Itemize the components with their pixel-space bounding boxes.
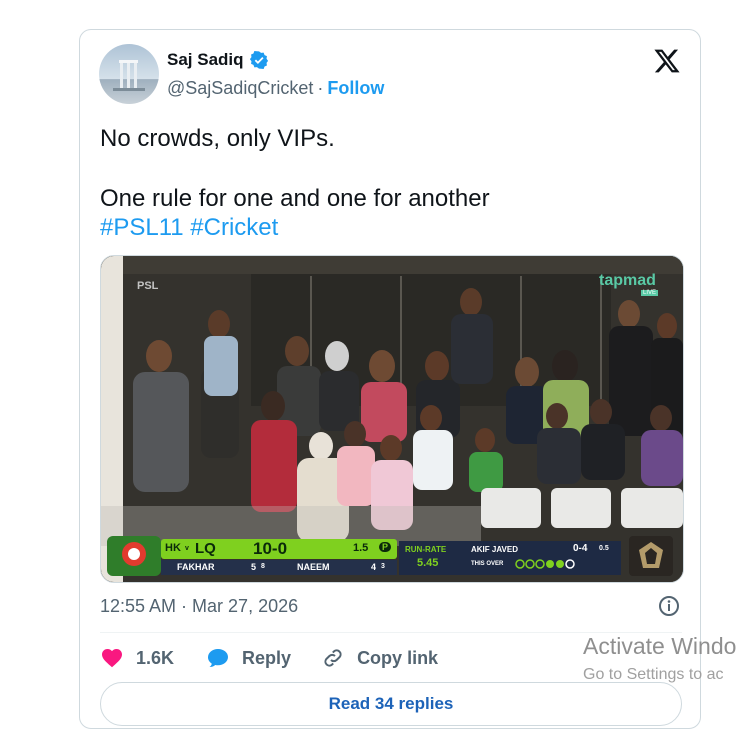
bowler-figures: 0-4: [573, 543, 588, 554]
run-rate-label: RUN-RATE: [405, 545, 447, 554]
bowler-overs: 0.5: [599, 545, 609, 552]
scorebar-bowling: RUN-RATE 5.45 AKIF JAVED 0-4 0.5 THIS OV…: [399, 541, 621, 575]
score: 10-0: [253, 539, 288, 558]
team-hk: HK: [165, 542, 181, 554]
overs: 1.5: [353, 542, 369, 554]
hashtag-psl11[interactable]: #PSL11: [100, 214, 184, 241]
broadcaster-logo: tapmad: [599, 272, 656, 289]
live-badge: LIVE: [641, 290, 659, 296]
copy-link-label: Copy link: [357, 647, 439, 668]
batter-1-name: FAKHAR: [177, 562, 215, 572]
like-button[interactable]: 1.6K: [100, 646, 174, 670]
heart-icon: [102, 649, 122, 668]
tweet-card: Saj Sadiq @SajSadiqCricket · Follow No c…: [79, 29, 701, 729]
batter-1-balls: 8: [261, 563, 265, 570]
tweet-timestamp[interactable]: 12:55 AM · Mar 27, 2026: [100, 596, 298, 617]
league-logo: PSL: [137, 280, 159, 292]
hashtag-cricket[interactable]: #Cricket: [190, 214, 278, 241]
avatar[interactable]: [99, 44, 159, 104]
scorebar-main: HK v LQ 10-0 1.5 P: [161, 539, 397, 559]
copy-link-button[interactable]: Copy link: [321, 646, 438, 670]
bowler-name: AKIF JAVED: [471, 545, 518, 554]
batting-team: LQ: [195, 540, 216, 557]
tweet-media-image[interactable]: tapmad LIVE PSL HK v LQ 10-0 1.5 P FAKHA…: [100, 255, 684, 583]
link-icon: [324, 649, 342, 667]
x-logo-icon[interactable]: [653, 47, 681, 75]
tweet-hashtags: #PSL11 #Cricket: [100, 214, 278, 242]
this-over-balls: [515, 559, 575, 569]
activate-windows-title: Activate Windo: [583, 633, 737, 659]
author-handle[interactable]: @SajSadiqCricket: [167, 78, 313, 99]
verified-badge-icon: [249, 51, 268, 69]
run-rate-value: 5.45: [417, 557, 439, 569]
like-count: 1.6K: [136, 647, 175, 668]
batter-2-score: 4: [371, 562, 377, 572]
tweet-actions: 1.6K Reply Copy link: [100, 646, 438, 670]
info-icon[interactable]: [657, 594, 681, 618]
avatar-stumps-graphic: [113, 60, 145, 91]
author-name-row: Saj Sadiq: [167, 50, 269, 70]
team-logo-left: [107, 536, 161, 576]
batter-2-name: NAEEM: [297, 562, 330, 572]
versus: v: [185, 545, 189, 552]
read-replies-button[interactable]: Read 34 replies: [100, 682, 682, 726]
tweet-text-line-1: No crowds, only VIPs.: [100, 125, 335, 152]
tweet-text-line-2: One rule for one and one for another: [100, 185, 490, 212]
reply-label: Reply: [242, 647, 292, 668]
hk-kings-logo: [639, 542, 663, 568]
vip-box-scene: [101, 256, 683, 582]
follow-button[interactable]: Follow: [327, 78, 384, 99]
lahore-qalandars-logo: [122, 542, 146, 566]
batter-2-balls: 3: [381, 563, 385, 570]
author-display-name[interactable]: Saj Sadiq: [167, 50, 244, 70]
author-handle-row: @SajSadiqCricket · Follow: [167, 78, 384, 99]
separator-dot: ·: [317, 78, 324, 98]
batter-1-score: 5: [251, 562, 257, 572]
scorebar-batters: FAKHAR 5 8 NAEEM 4 3: [161, 560, 397, 575]
activate-windows-subtitle: Go to Settings to ac: [583, 666, 724, 683]
reply-bubble-icon: [208, 649, 229, 668]
powerplay-badge: P: [379, 542, 392, 552]
reply-button[interactable]: Reply: [206, 646, 291, 670]
this-over-label: THIS OVER: [471, 561, 504, 567]
team-logo-right: [629, 536, 673, 576]
